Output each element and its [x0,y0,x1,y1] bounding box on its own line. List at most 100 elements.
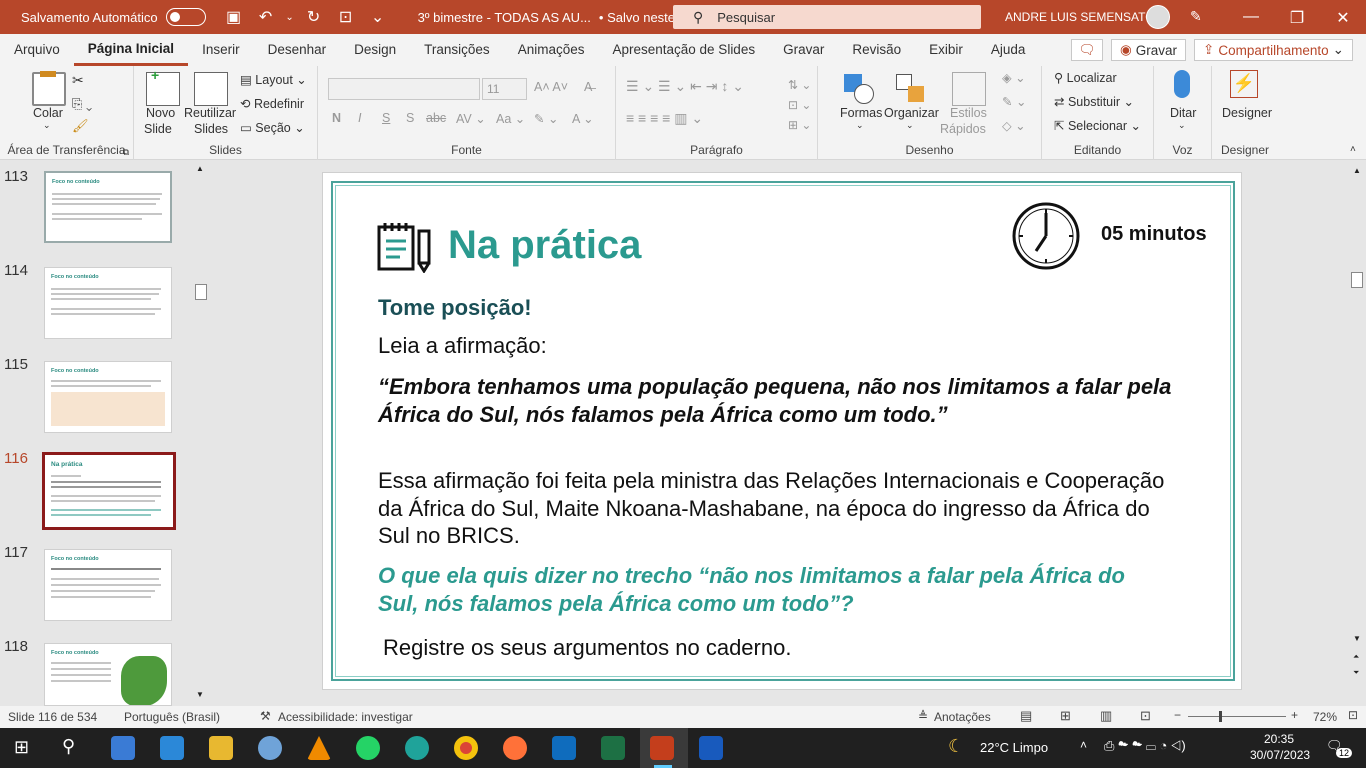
font-color-icon[interactable]: A ⌄ [572,111,594,126]
arrange-dropdown-icon[interactable]: ⌄ [906,120,914,131]
arrange-icon[interactable] [894,72,928,106]
bold-button[interactable]: N [332,111,341,125]
quick-styles-label-2[interactable]: Rápidos [940,122,986,136]
zoom-in-icon[interactable]: + [1291,708,1298,722]
scroll-down-icon[interactable]: ▼ [196,690,204,699]
section-button[interactable]: ▭ Seção ⌄ [240,120,305,135]
microphone-icon[interactable] [1174,70,1190,98]
minimize-icon[interactable]: — [1228,8,1274,28]
shapes-dropdown-icon[interactable]: ⌄ [856,120,864,131]
record-button[interactable]: ◉ Gravar [1111,39,1187,61]
quick-styles-label-1[interactable]: Estilos [950,106,987,120]
accessibility-icon[interactable]: ⚒ [260,709,271,723]
replace-button[interactable]: ⇄ Substituir ⌄ [1054,94,1134,109]
dictate-label[interactable]: Ditar [1170,106,1196,120]
font-name-select[interactable] [328,78,480,100]
select-button[interactable]: ⇱ Selecionar ⌄ [1054,118,1141,133]
redo-icon[interactable]: ↻ [298,7,330,27]
outline-icon[interactable]: ✎ ⌄ [1002,94,1026,109]
autosave-toggle[interactable] [165,8,206,26]
tab-revisao[interactable]: Revisão [838,34,915,66]
bullets-icon[interactable]: ☰ ⌄ ☰ ⌄ ⇤ ⇥ ↕ ⌄ [626,78,744,95]
designer-icon[interactable]: ⚡ [1230,70,1258,98]
weather-text[interactable]: 22°C Limpo [980,740,1048,755]
close-icon[interactable]: ✕ [1320,8,1366,28]
tab-pagina-inicial[interactable]: Página Inicial [73,34,189,66]
launcher-icon[interactable]: ⧉ [123,147,129,158]
shadow-button[interactable]: S [406,111,414,125]
slide-sorter-icon[interactable]: ⊞ [1060,708,1071,724]
tab-apresentacao[interactable]: Apresentação de Slides [598,34,769,66]
scroll-down-icon[interactable]: ▼ [1353,634,1361,643]
notes-icon[interactable]: ≜ [918,709,928,723]
copy-icon[interactable]: ⎘ ⌄ [72,96,92,112]
tray-icons[interactable]: ⎙ ☁ ☁ ▭ ◔ ◁) [1104,738,1186,754]
smartart-icon[interactable]: ⊞ ⌄ [788,118,811,132]
paste-dropdown-icon[interactable]: ⌄ [43,120,51,131]
tab-design[interactable]: Design [340,34,410,66]
meet-icon[interactable] [160,736,184,760]
align-icons[interactable]: ≡ ≡ ≡ ≡ ▥ ⌄ [626,110,703,127]
language[interactable]: Português (Brasil) [124,710,220,724]
layout-button[interactable]: ▤ Layout ⌄ [240,72,307,87]
find-button[interactable]: ⚲ Localizar [1054,70,1117,85]
scroll-up-icon[interactable]: ▲ [1353,166,1361,175]
accessibility-status[interactable]: Acessibilidade: investigar [278,710,413,724]
search-icon[interactable]: ⚲ [62,736,75,757]
undo-icon[interactable]: ↶ [250,7,282,27]
grow-font-icon[interactable]: A˄ A˅ [534,80,568,94]
scroll-thumb[interactable] [195,284,207,300]
collapse-ribbon-icon[interactable]: ˄ [1350,144,1356,155]
new-slide-label-2[interactable]: Slide [144,122,172,136]
search-box[interactable]: ⚲ Pesquisar [673,5,981,29]
format-painter-icon[interactable]: 🖌 [72,118,89,134]
editor-scrollbar[interactable]: ▲ ▼ ⏶ ⏷ [1348,160,1366,706]
excel-icon[interactable] [601,736,625,760]
designer-label[interactable]: Designer [1222,106,1272,120]
tab-transicoes[interactable]: Transições [410,34,504,66]
arrange-label[interactable]: Organizar [884,106,939,120]
slide-thumbnail-116[interactable]: Na prática [42,452,176,530]
align-text-icon[interactable]: ⊡ ⌄ [788,98,811,112]
fit-slide-icon[interactable]: ⊡ [1348,708,1358,722]
slide-thumbnail-118[interactable]: Foco no conteúdo [44,643,172,706]
dictate-dropdown-icon[interactable]: ⌄ [1178,120,1186,131]
reuse-label-1[interactable]: Reutilizar [184,106,236,120]
highlight-icon[interactable]: ✎ ⌄ [534,111,558,126]
new-slide-icon[interactable]: + [146,67,180,106]
italic-button[interactable]: I [358,111,361,125]
scroll-up-icon[interactable]: ▲ [196,164,204,173]
tab-inserir[interactable]: Inserir [188,34,254,66]
widgets-icon[interactable] [111,736,135,760]
reset-button[interactable]: ⟲ Redefinir [240,96,304,111]
tab-gravar[interactable]: Gravar [769,34,838,66]
clock-time[interactable]: 20:35 [1264,732,1294,746]
pen-icon[interactable]: ✎ [1190,8,1202,25]
tab-arquivo[interactable]: Arquivo [0,34,74,66]
cut-icon[interactable]: ✂ [72,72,84,89]
tab-ajuda[interactable]: Ajuda [977,34,1040,66]
show-hidden-icons[interactable]: ˄ [1080,738,1087,752]
word-icon[interactable] [699,736,723,760]
paste-label[interactable]: Colar [33,106,63,120]
customize-qat-icon[interactable]: ⌄ [362,7,394,27]
tab-animacoes[interactable]: Animações [504,34,599,66]
zoom-slider[interactable] [1188,716,1286,717]
slide-thumbnail-115[interactable]: Foco no conteúdo [44,361,172,433]
paste-icon[interactable] [32,71,66,106]
clear-format-icon[interactable]: A̶ [584,80,592,94]
windows-start-icon[interactable]: ⊞ [14,737,29,758]
quick-styles-icon[interactable] [952,72,986,106]
zoom-out-icon[interactable]: − [1174,708,1181,722]
tab-exibir[interactable]: Exibir [915,34,977,66]
shapes-label[interactable]: Formas [840,106,882,120]
edge-icon[interactable] [405,736,429,760]
powerpoint-icon[interactable] [650,736,674,760]
font-size-select[interactable]: 11 [482,78,527,100]
slide-canvas[interactable]: Na prática 05 minutos Tome posição! Leia… [322,172,1242,690]
slides-panel-scrollbar[interactable]: ▲ ▼ [193,160,209,706]
document-title[interactable]: 3º bimestre - TODAS AS AU... [418,10,591,25]
whatsapp-icon[interactable] [356,736,380,760]
vlc-icon[interactable] [307,736,331,760]
share-button[interactable]: ⇪ Compartilhamento ⌄ [1194,39,1353,61]
